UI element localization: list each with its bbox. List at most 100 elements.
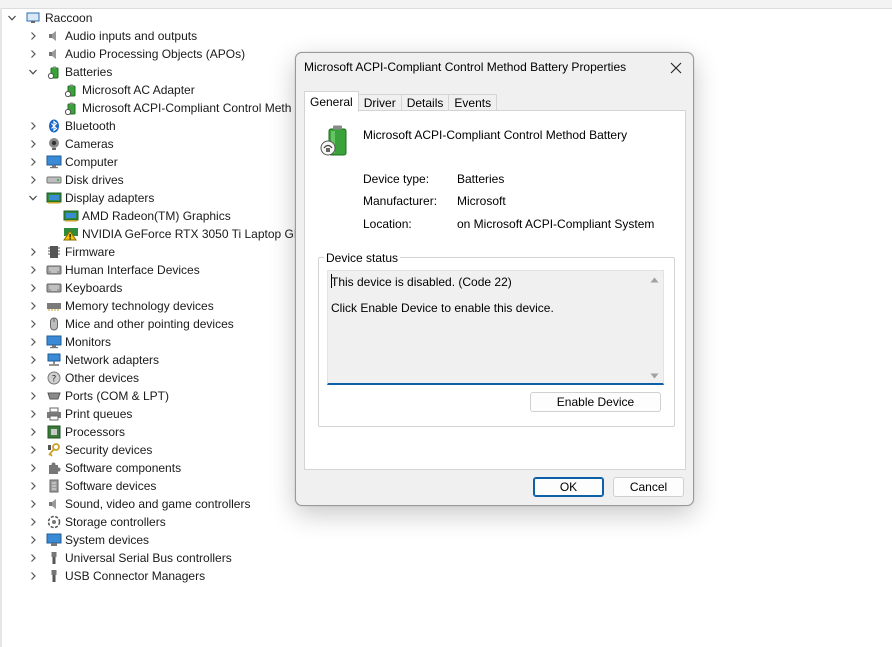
chip-icon [46,244,62,260]
tab-general[interactable]: General [304,91,359,112]
chevron-right-icon[interactable] [27,282,39,294]
enable-device-button[interactable]: Enable Device [530,392,661,412]
chevron-right-icon[interactable] [27,138,39,150]
chevron-right-icon[interactable] [27,246,39,258]
tree-item-hid[interactable]: Human Interface Devices [27,261,200,279]
tree-item-network[interactable]: Network adapters [27,351,159,369]
device-status-group: This device is disabled. (Code 22) Click… [318,257,675,427]
chevron-right-icon[interactable] [27,30,39,42]
tree-item-bluetooth[interactable]: Bluetooth [27,117,116,135]
tree-item-label: Firmware [65,245,115,259]
ok-button[interactable]: OK [533,477,604,497]
tree-item-acpi-battery[interactable]: Microsoft ACPI-Compliant Control Meth [63,99,291,117]
device-status-textbox[interactable]: This device is disabled. (Code 22) Click… [327,270,664,385]
tree-item-label: Bluetooth [65,119,116,133]
tree-item-system-devices[interactable]: System devices [27,531,149,549]
chevron-right-icon[interactable] [27,48,39,60]
status-hint: Click Enable Device to enable this devic… [331,301,554,315]
tree-item-computer[interactable]: Computer [27,153,118,171]
tree-item-label: AMD Radeon(TM) Graphics [82,209,231,223]
device-name: Microsoft ACPI-Compliant Control Method … [363,128,628,142]
chevron-right-icon[interactable] [27,570,39,582]
tree-root-label: Raccoon [45,11,93,25]
tree-item-ports[interactable]: Ports (COM & LPT) [27,387,169,405]
processor-icon [46,424,62,440]
chevron-down-icon[interactable] [27,66,39,78]
tree-item-apos[interactable]: Audio Processing Objects (APOs) [27,45,245,63]
keyboard-icon [46,262,62,278]
scroll-up-arrow-icon[interactable] [650,277,659,283]
tree-item-ac-adapter[interactable]: Microsoft AC Adapter [63,81,195,99]
port-icon [46,388,62,404]
manufacturer-label: Manufacturer: [363,194,438,208]
chevron-right-icon[interactable] [27,372,39,384]
tree-item-label: Monitors [65,335,112,349]
chevron-right-icon[interactable] [27,318,39,330]
tree-item-label: Microsoft AC Adapter [82,83,195,97]
close-button[interactable] [665,57,687,79]
tree-item-other-devices[interactable]: ? Other devices [27,369,139,387]
tree-item-audio-inputs[interactable]: Audio inputs and outputs [27,27,197,45]
speaker-icon [46,496,62,512]
chevron-right-icon[interactable] [27,156,39,168]
chevron-right-icon[interactable] [27,444,39,456]
tree-item-memory-tech[interactable]: Memory technology devices [27,297,214,315]
tree-item-nvidia-gpu[interactable]: NVIDIA GeForce RTX 3050 Ti Laptop GPU [63,225,311,243]
tree-item-label: Network adapters [65,353,160,367]
tree-item-software-components[interactable]: Software components [27,459,181,477]
location-label: Location: [363,217,412,231]
chevron-down-icon[interactable] [6,12,18,24]
tree-item-software-devices[interactable]: Software devices [27,477,156,495]
chevron-right-icon[interactable] [27,534,39,546]
system-icon [46,532,62,548]
tree-item-label: Software devices [65,479,157,493]
manufacturer-value: Microsoft [457,194,506,208]
chevron-right-icon[interactable] [27,336,39,348]
tree-item-monitors[interactable]: Monitors [27,333,111,351]
tree-item-storage[interactable]: Storage controllers [27,513,166,531]
speaker-icon [46,46,62,62]
chevron-right-icon[interactable] [27,498,39,510]
tree-item-keyboards[interactable]: Keyboards [27,279,122,297]
tree-item-amd-radeon[interactable]: AMD Radeon(TM) Graphics [63,207,231,225]
chevron-right-icon[interactable] [27,390,39,402]
chevron-right-icon[interactable] [27,120,39,132]
chevron-right-icon[interactable] [27,264,39,276]
cancel-button[interactable]: Cancel [613,477,684,497]
chevron-right-icon[interactable] [27,426,39,438]
scroll-down-arrow-icon[interactable] [650,373,659,379]
chevron-right-icon[interactable] [27,480,39,492]
tree-item-label: Cameras [65,137,114,151]
chevron-right-icon[interactable] [27,552,39,564]
tree-item-processors[interactable]: Processors [27,423,125,441]
chevron-right-icon[interactable] [27,516,39,528]
tree-item-sound-video[interactable]: Sound, video and game controllers [27,495,250,513]
chevron-down-icon[interactable] [27,192,39,204]
tree-item-firmware[interactable]: Firmware [27,243,115,261]
toolbar-strip [0,0,892,9]
tree-item-display-adapters[interactable]: Display adapters [27,189,154,207]
device-type-value: Batteries [457,172,505,186]
chevron-right-icon[interactable] [27,300,39,312]
storage-icon [46,514,62,530]
tree-item-security[interactable]: Security devices [27,441,152,459]
chevron-right-icon[interactable] [27,408,39,420]
camera-icon [46,136,62,152]
tree-root[interactable]: Raccoon [6,9,92,27]
tree-item-usb-connector[interactable]: USB Connector Managers [27,567,205,585]
tree-item-print-queues[interactable]: Print queues [27,405,132,423]
tree-item-label: Universal Serial Bus controllers [65,551,232,565]
tree-item-disk-drives[interactable]: Disk drives [27,171,124,189]
tree-item-batteries[interactable]: Batteries [27,63,112,81]
key-icon [46,442,62,458]
tree-item-cameras[interactable]: Cameras [27,135,114,153]
tree-item-usb-controllers[interactable]: Universal Serial Bus controllers [27,549,232,567]
battery-icon [63,82,79,98]
chevron-right-icon[interactable] [27,462,39,474]
chevron-right-icon[interactable] [27,354,39,366]
monitor-icon [46,154,62,170]
tree-item-label: System devices [65,533,150,547]
tree-item-mice[interactable]: Mice and other pointing devices [27,315,234,333]
chevron-right-icon[interactable] [27,174,39,186]
disk-drive-icon [46,172,62,188]
